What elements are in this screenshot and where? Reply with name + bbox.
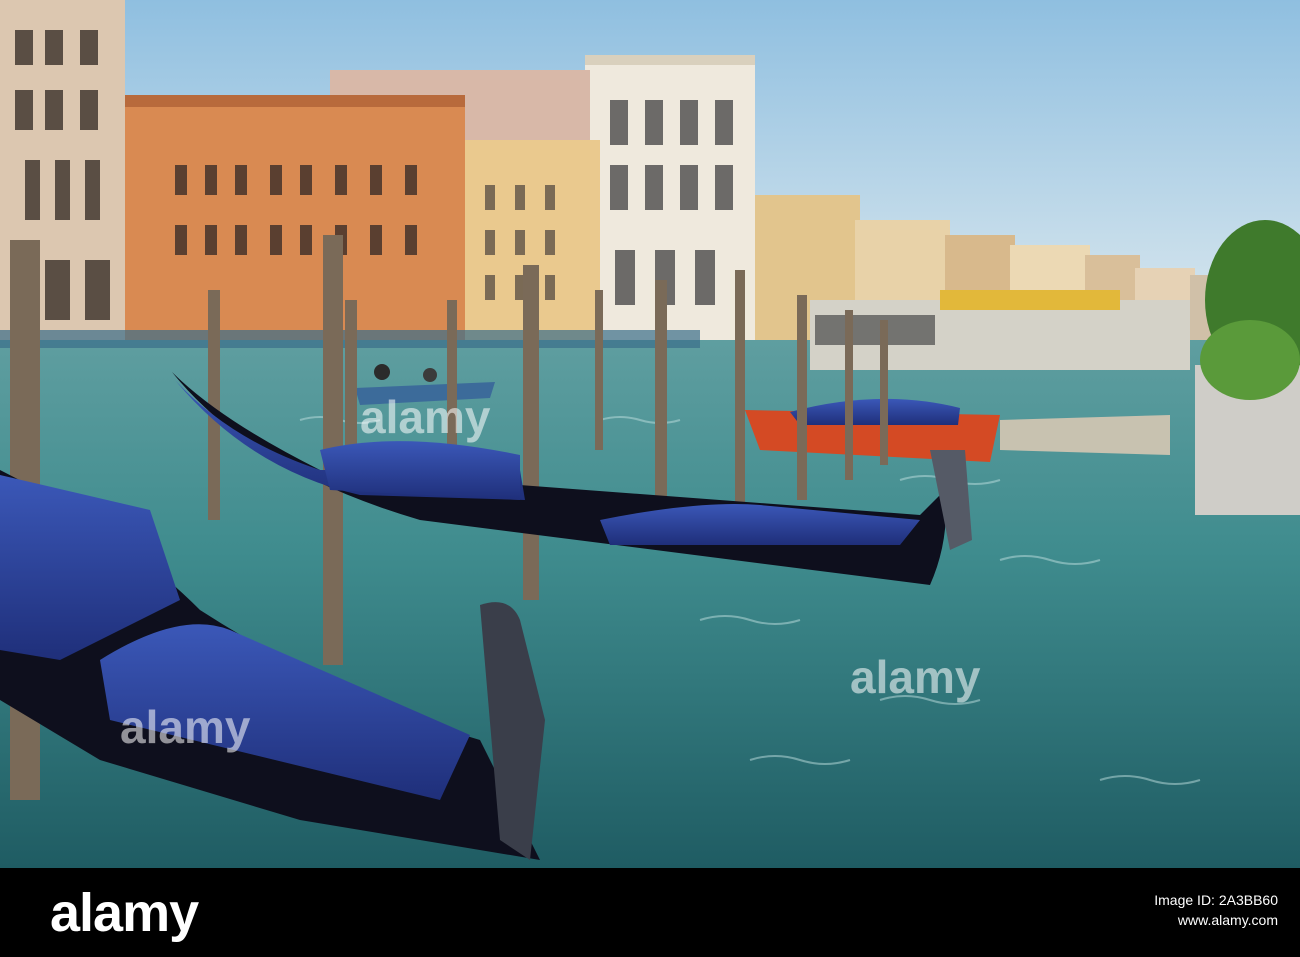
site-url: www.alamy.com xyxy=(1177,912,1278,928)
photo-scene: alamy alamy alamy xyxy=(0,0,1300,868)
watermark: alamy xyxy=(360,391,491,443)
white-palazzo xyxy=(585,55,755,345)
wooden-jetty xyxy=(1000,415,1170,455)
image-id: Image ID: 2A3BB60 xyxy=(1154,892,1278,908)
image-id-block: Image ID: 2A3BB60 www.alamy.com xyxy=(1154,890,1278,930)
watermark: alamy xyxy=(850,651,981,703)
orange-building xyxy=(115,95,465,345)
brand-logo: alamy xyxy=(50,883,199,943)
footer-bar: alamy Image ID: 2A3BB60 www.alamy.com xyxy=(0,868,1300,957)
watermark: alamy xyxy=(120,701,251,753)
vaporetto-stop xyxy=(810,290,1190,370)
